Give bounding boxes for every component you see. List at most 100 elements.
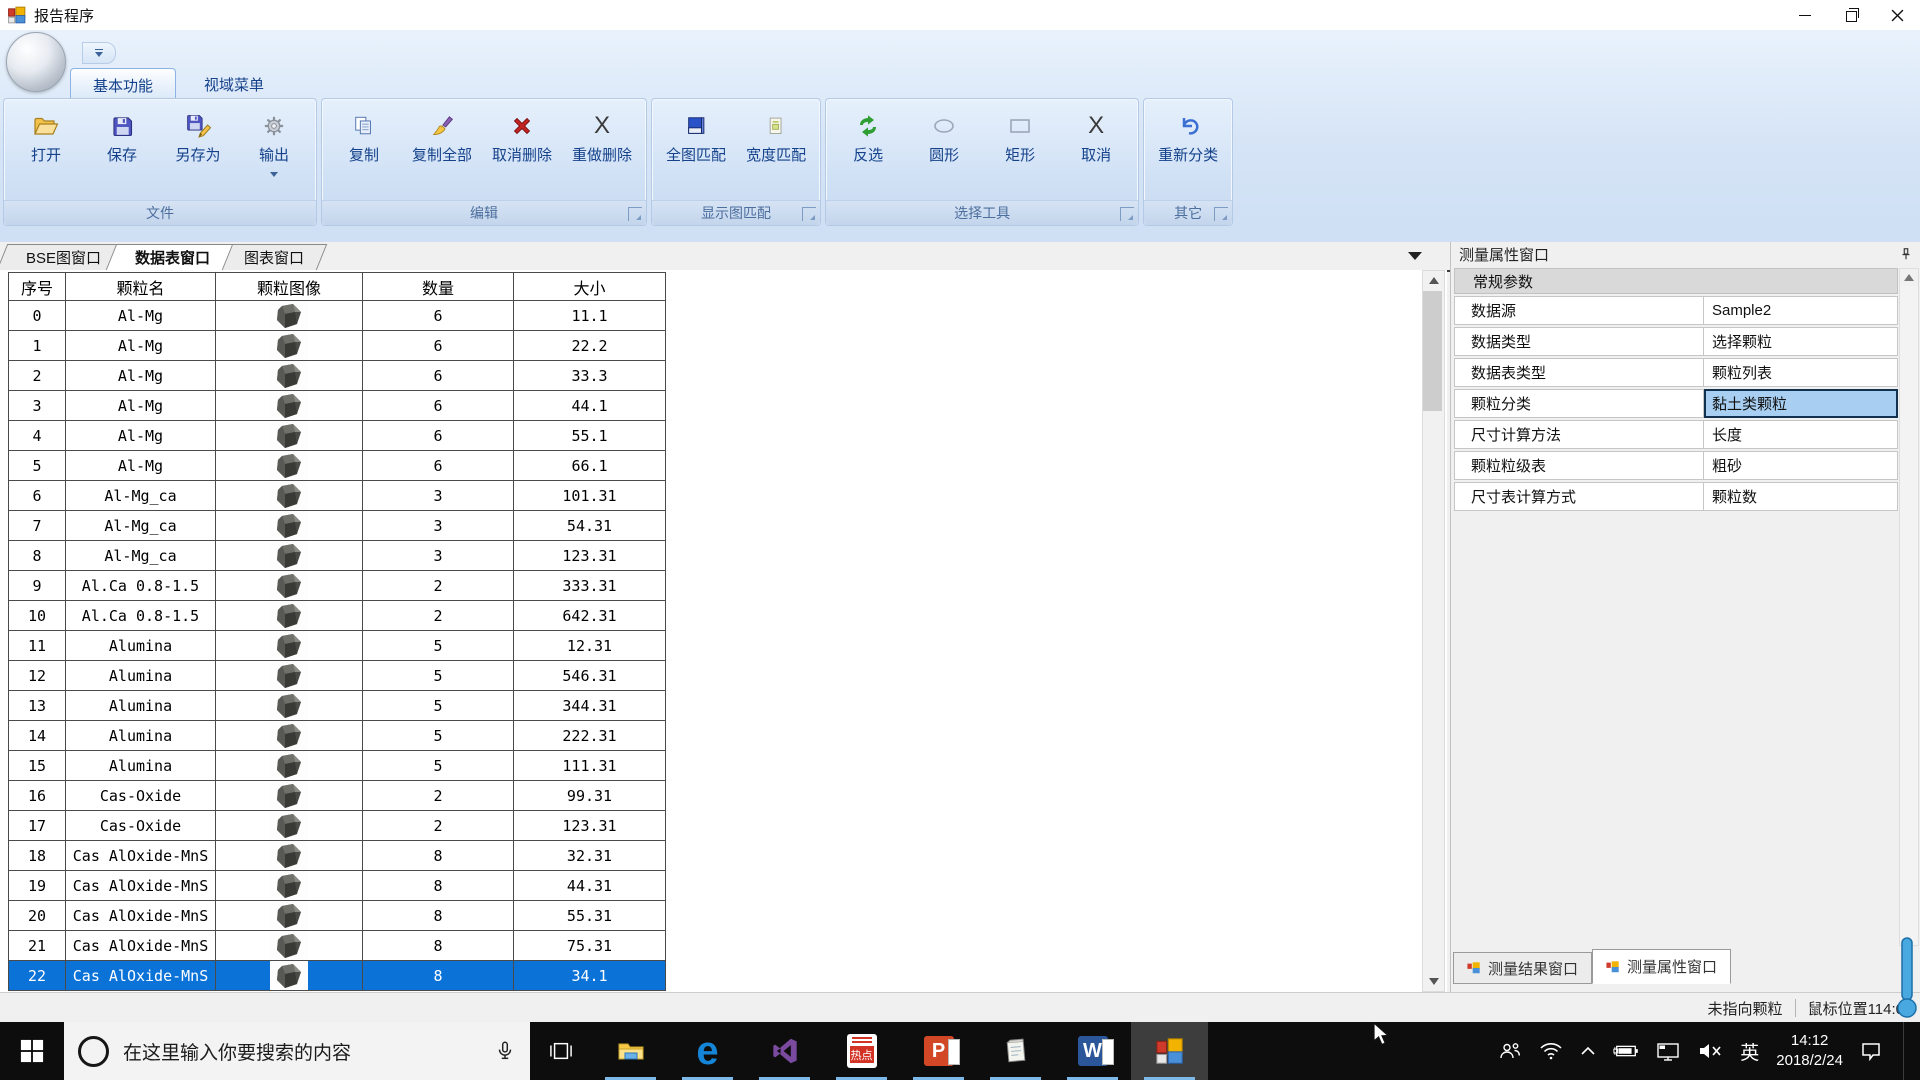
start-button[interactable] (0, 1022, 64, 1080)
ribbon-tab-view[interactable]: 视域菜单 (182, 68, 286, 98)
table-row[interactable]: 6 Al-Mg_ca 3 101.31 (9, 481, 666, 511)
task-view-button[interactable] (530, 1022, 592, 1080)
people-icon[interactable] (1498, 1042, 1522, 1060)
table-row[interactable]: 1 Al-Mg 6 22.2 (9, 331, 666, 361)
table-vertical-scrollbar[interactable] (1422, 270, 1445, 992)
dialog-launcher-icon[interactable] (628, 207, 642, 221)
property-row-tabletype[interactable]: 数据表类型 颗粒列表 (1454, 358, 1898, 387)
table-row[interactable]: 18 Cas AlOxide-MnS 8 32.31 (9, 841, 666, 871)
table-row[interactable]: 14 Alumina 5 222.31 (9, 721, 666, 751)
property-row-size-method[interactable]: 尺寸计算方法 长度 (1454, 420, 1898, 449)
taskbar-app-report[interactable] (1131, 1022, 1208, 1080)
table-row[interactable]: 10 Al.Ca 0.8-1.5 2 642.31 (9, 601, 666, 631)
action-center-icon[interactable] (1860, 1041, 1882, 1061)
header-particle-name[interactable]: 颗粒名 (66, 273, 216, 301)
doc-tab-chart[interactable]: 图表窗口 (220, 244, 322, 270)
quick-access-toolbar-dropdown[interactable] (82, 42, 116, 64)
panel-vertical-scrollbar[interactable] (1899, 268, 1919, 946)
property-row-grade-table[interactable]: 颗粒粒级表 粗砂 (1454, 451, 1898, 480)
taskbar-app-powerpoint[interactable]: P (900, 1022, 977, 1080)
doc-tab-bse[interactable]: BSE图窗口 (2, 244, 119, 270)
restore-button[interactable] (1828, 0, 1874, 30)
redo-delete-button[interactable]: X 重做删除 (562, 102, 642, 198)
table-row[interactable]: 8 Al-Mg_ca 3 123.31 (9, 541, 666, 571)
particle-class-editor[interactable]: 黏土类颗粒 (1704, 389, 1898, 418)
dialog-launcher-icon[interactable] (1214, 207, 1228, 221)
show-desktop-button[interactable] (1903, 1022, 1910, 1080)
scroll-up-icon[interactable] (1900, 269, 1918, 286)
save-button[interactable]: 保存 (84, 102, 160, 198)
microphone-icon[interactable] (494, 1040, 516, 1062)
ellipse-select-button[interactable]: 圆形 (906, 102, 982, 198)
export-button[interactable]: 输出 (236, 102, 312, 198)
table-row[interactable]: 13 Alumina 5 344.31 (9, 691, 666, 721)
taskbar-search-input[interactable]: 在这里输入你要搜索的内容 (64, 1022, 530, 1080)
table-row[interactable]: 19 Cas AlOxide-MnS 8 44.31 (9, 871, 666, 901)
doc-tab-datatable[interactable]: 数据表窗口 (111, 244, 228, 270)
taskbar-app-file-explorer[interactable] (592, 1022, 669, 1080)
header-particle-image[interactable]: 颗粒图像 (216, 273, 363, 301)
edge-icon: e (696, 1031, 718, 1071)
width-match-button[interactable]: 宽度匹配 (736, 102, 816, 198)
property-row-datatype[interactable]: 数据类型 选择颗粒 (1454, 327, 1898, 356)
copy-all-button[interactable]: 复制全部 (402, 102, 482, 198)
taskbar-app-hotspot[interactable]: 热点 (823, 1022, 900, 1080)
taskbar-app-visual-studio[interactable] (746, 1022, 823, 1080)
table-row[interactable]: 12 Alumina 5 546.31 (9, 661, 666, 691)
table-row[interactable]: 16 Cas-Oxide 2 99.31 (9, 781, 666, 811)
ribbon-tab-basic[interactable]: 基本功能 (70, 68, 176, 98)
property-row-datasource[interactable]: 数据源 Sample2 (1454, 296, 1898, 325)
minimize-button[interactable] (1782, 0, 1828, 30)
dialog-launcher-icon[interactable] (802, 207, 816, 221)
table-row[interactable]: 22 Cas AlOxide-MnS 8 34.1 (9, 961, 666, 991)
reclassify-button[interactable]: 重新分类 (1148, 102, 1228, 198)
header-size[interactable]: 大小 (514, 273, 666, 301)
taskbar-clock[interactable]: 14:12 2018/2/24 (1776, 1031, 1843, 1072)
ribbon-group-display-match: 全图匹配 宽度匹配 显示图匹配 (651, 98, 821, 226)
header-index[interactable]: 序号 (9, 273, 66, 301)
input-language-indicator[interactable]: 英 (1740, 1038, 1759, 1065)
network-display-icon[interactable] (1656, 1041, 1680, 1061)
table-row[interactable]: 21 Cas AlOxide-MnS 8 75.31 (9, 931, 666, 961)
cancel-delete-button[interactable]: 取消删除 (482, 102, 562, 198)
property-row-particle-class[interactable]: 颗粒分类 黏土类颗粒 (1454, 389, 1898, 418)
taskbar-app-notepad[interactable] (977, 1022, 1054, 1080)
table-row[interactable]: 17 Cas-Oxide 2 123.31 (9, 811, 666, 841)
scrollbar-thumb[interactable] (1423, 291, 1442, 411)
rectangle-select-button[interactable]: 矩形 (982, 102, 1058, 198)
copy-button[interactable]: 复制 (326, 102, 402, 198)
header-quantity[interactable]: 数量 (363, 273, 514, 301)
table-row[interactable]: 15 Alumina 5 111.31 (9, 751, 666, 781)
volume-muted-icon[interactable] (1697, 1042, 1723, 1060)
pin-icon[interactable] (1899, 247, 1913, 261)
table-row[interactable]: 2 Al-Mg 6 33.3 (9, 361, 666, 391)
tab-measurement-properties[interactable]: 测量属性窗口 (1592, 949, 1731, 984)
scroll-up-icon[interactable] (1423, 271, 1444, 290)
battery-icon[interactable] (1613, 1043, 1639, 1059)
property-category[interactable]: 常规参数 (1454, 268, 1898, 294)
tab-measurement-results[interactable]: 测量结果窗口 (1453, 952, 1592, 984)
table-row[interactable]: 7 Al-Mg_ca 3 54.31 (9, 511, 666, 541)
full-image-match-button[interactable]: 全图匹配 (656, 102, 736, 198)
table-row[interactable]: 5 Al-Mg 6 66.1 (9, 451, 666, 481)
chevron-up-icon[interactable] (1580, 1046, 1596, 1056)
table-row[interactable]: 4 Al-Mg 6 55.1 (9, 421, 666, 451)
property-row-size-calc[interactable]: 尺寸表计算方式 颗粒数 (1454, 482, 1898, 511)
taskbar-app-word[interactable]: W (1054, 1022, 1131, 1080)
application-menu-orb[interactable] (6, 32, 66, 92)
table-row[interactable]: 11 Alumina 5 12.31 (9, 631, 666, 661)
save-as-button[interactable]: 另存为 (160, 102, 236, 198)
table-row[interactable]: 9 Al.Ca 0.8-1.5 2 333.31 (9, 571, 666, 601)
taskbar-app-edge[interactable]: e (669, 1022, 746, 1080)
scroll-down-icon[interactable] (1423, 972, 1444, 991)
table-row[interactable]: 20 Cas AlOxide-MnS 8 55.31 (9, 901, 666, 931)
table-row[interactable]: 0 Al-Mg 6 11.1 (9, 301, 666, 331)
cancel-select-button[interactable]: X 取消 (1058, 102, 1134, 198)
wifi-icon[interactable] (1539, 1042, 1563, 1060)
tab-list-dropdown-icon[interactable] (1408, 252, 1422, 260)
open-button[interactable]: 打开 (8, 102, 84, 198)
close-button[interactable] (1874, 0, 1920, 30)
dialog-launcher-icon[interactable] (1120, 207, 1134, 221)
table-row[interactable]: 3 Al-Mg 6 44.1 (9, 391, 666, 421)
invert-selection-button[interactable]: 反选 (830, 102, 906, 198)
